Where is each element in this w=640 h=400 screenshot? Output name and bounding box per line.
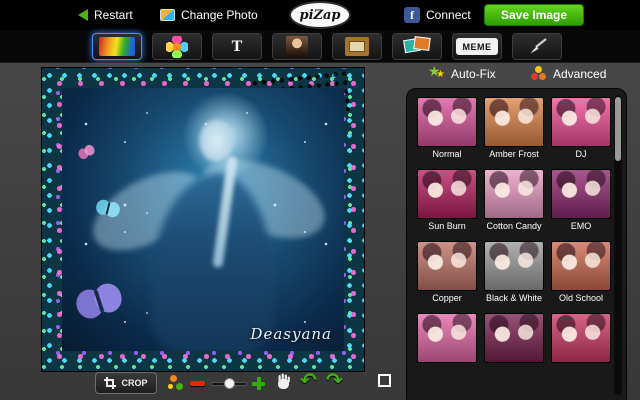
crop-icon	[104, 377, 117, 389]
effects-panel: Normal Amber Frost DJ Sun Burn Cotton Candy E…	[406, 88, 627, 400]
auto-fix-label: Auto-Fix	[451, 67, 496, 81]
stickers-tool-button[interactable]	[152, 33, 202, 60]
filter-thumbnail[interactable]	[484, 241, 544, 291]
facebook-icon: f	[404, 7, 420, 23]
hand-icon	[278, 373, 290, 389]
topbar: Restart Change Photo piZap f Connect Sav…	[0, 0, 640, 30]
filter-item-row4-10[interactable]	[416, 313, 478, 377]
dot-icon	[176, 383, 183, 390]
filter-item-row4-11[interactable]	[483, 313, 545, 377]
filter-label: Copper	[432, 293, 462, 303]
color-adjust-button[interactable]	[168, 375, 184, 391]
filter-thumbnail[interactable]	[484, 313, 544, 363]
filter-thumbnail[interactable]	[417, 169, 477, 219]
dot-icon	[168, 384, 173, 389]
filter-item-cotton-candy[interactable]: Cotton Candy	[483, 169, 545, 233]
filter-item-emo[interactable]: EMO	[550, 169, 612, 233]
photo-canvas[interactable]: Deasyana	[42, 68, 364, 371]
crop-button[interactable]: CROP	[95, 372, 157, 394]
paint-brush-icon	[530, 38, 547, 54]
photo-collage-icon	[403, 36, 431, 57]
fairy-head	[199, 120, 234, 162]
filter-label: Cotton Candy	[486, 221, 542, 231]
dot-icon	[531, 73, 538, 80]
touchup-tool-button[interactable]	[272, 33, 322, 60]
meme-tool-button[interactable]: MEME	[452, 33, 502, 60]
filter-item-black-white[interactable]: Black & White	[483, 241, 545, 305]
filter-label: EMO	[570, 221, 592, 231]
advanced-label: Advanced	[553, 67, 607, 81]
dot-icon	[539, 73, 546, 80]
filter-thumbnail[interactable]	[551, 169, 611, 219]
watermark-signature: Deasyana	[250, 325, 332, 343]
filter-thumbnail[interactable]	[417, 241, 477, 291]
filter-item-sun-burn[interactable]: Sun Burn	[416, 169, 478, 233]
meme-icon: MEME	[456, 38, 498, 55]
save-image-button[interactable]: Save Image	[484, 4, 585, 26]
picture-frame-icon	[345, 37, 369, 56]
paint-tool-button[interactable]	[512, 33, 562, 60]
tools-toolbar: T MEME	[0, 30, 640, 63]
filter-item-row4-12[interactable]	[550, 313, 612, 377]
edited-photo: Deasyana	[62, 88, 344, 351]
zoom-in-button[interactable]	[252, 377, 265, 390]
undo-button[interactable]: ↶	[300, 368, 317, 392]
back-arrow-icon	[78, 9, 88, 21]
filter-thumbnail[interactable]	[417, 313, 477, 363]
dot-icon	[170, 375, 177, 382]
filter-thumbnail[interactable]	[484, 169, 544, 219]
canvas-size-button[interactable]	[378, 374, 391, 387]
filter-grid: Normal Amber Frost DJ Sun Burn Cotton Candy E…	[416, 97, 612, 377]
filter-label: Black & White	[485, 293, 543, 303]
filter-item-amber-frost[interactable]: Amber Frost	[483, 97, 545, 161]
advanced-button[interactable]: Advanced	[531, 64, 606, 84]
photos-tool-button[interactable]	[392, 33, 442, 60]
star-icon: ★	[436, 68, 445, 80]
restart-label: Restart	[94, 8, 133, 22]
filter-item-normal[interactable]: Normal	[416, 97, 478, 161]
dot-icon	[535, 66, 542, 73]
filter-label: Normal	[432, 149, 462, 159]
text-tool-button[interactable]: T	[212, 33, 262, 60]
connect-label: Connect	[426, 8, 471, 22]
flower-sticker-icon	[166, 35, 188, 58]
effects-icon	[99, 37, 135, 56]
change-photo-button[interactable]: Change Photo	[160, 0, 258, 30]
pizap-logo[interactable]: piZap	[291, 3, 349, 27]
filter-label: DJ	[575, 149, 587, 159]
filter-thumbnail[interactable]	[551, 97, 611, 147]
text-tool-icon: T	[231, 37, 243, 55]
photo-thumb-icon	[413, 36, 431, 51]
frames-tool-button[interactable]	[332, 33, 382, 60]
crop-label: CROP	[121, 378, 148, 388]
scrollbar-thumb[interactable]	[615, 97, 621, 161]
filter-label: Sun Burn	[428, 221, 466, 231]
filter-item-dj[interactable]: DJ	[550, 97, 612, 161]
connect-button[interactable]: f Connect	[404, 0, 471, 30]
restart-button[interactable]: Restart	[78, 0, 133, 30]
filter-thumbnail[interactable]	[551, 313, 611, 363]
redo-button[interactable]: ↷	[326, 368, 343, 392]
change-photo-label: Change Photo	[181, 8, 258, 22]
auto-fix-button[interactable]: ★ ★ Auto-Fix	[428, 63, 496, 84]
filter-label: Amber Frost	[489, 149, 539, 159]
zoom-slider-knob[interactable]	[224, 378, 235, 389]
magic-star-icon: ★ ★	[428, 63, 445, 83]
pan-hand-button[interactable]	[276, 373, 291, 395]
photo-stack-icon	[160, 9, 175, 21]
portrait-icon	[286, 36, 308, 57]
panel-scrollbar[interactable]	[614, 95, 622, 395]
filter-thumbnail[interactable]	[484, 97, 544, 147]
filter-thumbnail[interactable]	[551, 241, 611, 291]
filter-item-old-school[interactable]: Old School	[550, 241, 612, 305]
pizap-logo-text: piZap	[299, 7, 341, 23]
color-dots-icon	[531, 66, 547, 82]
zoom-out-button[interactable]	[190, 381, 205, 386]
effects-tool-button[interactable]	[92, 33, 142, 60]
filter-item-copper[interactable]: Copper	[416, 241, 478, 305]
filter-thumbnail[interactable]	[417, 97, 477, 147]
filter-label: Old School	[558, 293, 604, 303]
